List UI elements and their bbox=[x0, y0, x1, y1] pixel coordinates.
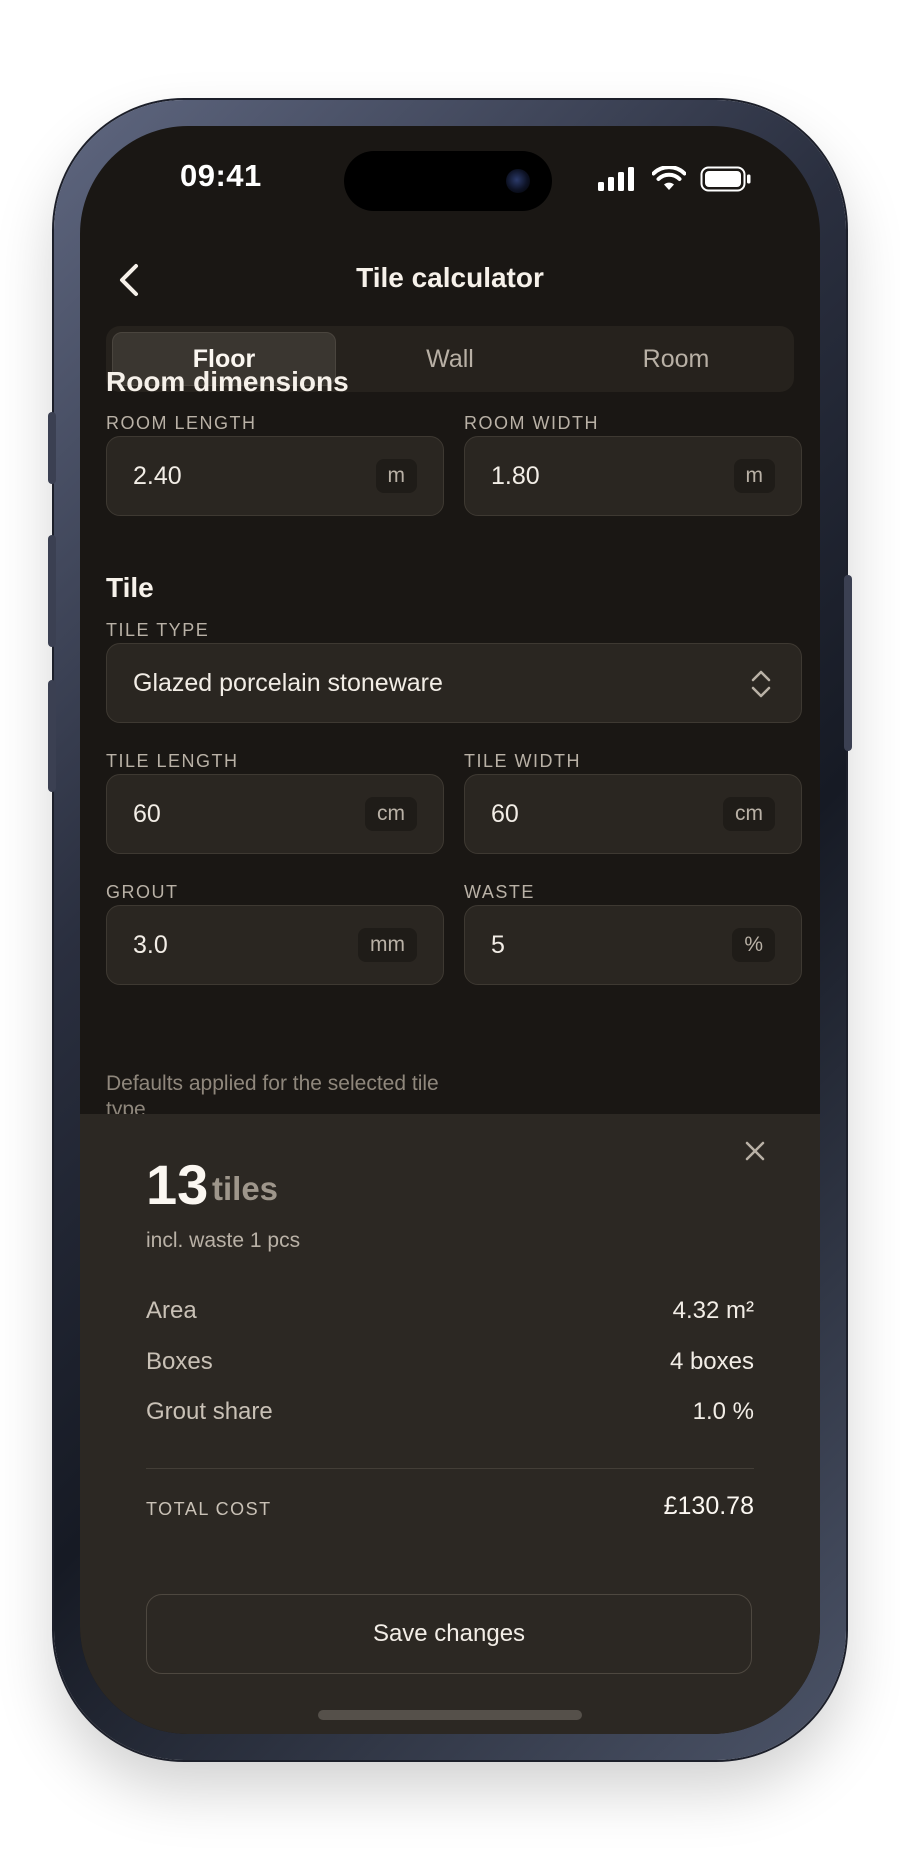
grout-field[interactable]: 3.0 mm bbox=[106, 905, 444, 985]
room-dimensions-heading: Room dimensions bbox=[106, 366, 349, 397]
waste-label: WASTE bbox=[464, 882, 535, 902]
room-width-value: 1.80 bbox=[491, 462, 540, 490]
tile-length-field[interactable]: 60 cm bbox=[106, 774, 444, 854]
signal-icon bbox=[598, 167, 634, 191]
tab-wall[interactable]: Wall bbox=[338, 332, 562, 386]
grout-share-label: Grout share bbox=[146, 1398, 273, 1425]
volume-up-button bbox=[48, 535, 56, 647]
page-title: Tile calculator bbox=[356, 262, 544, 293]
dynamic-island bbox=[344, 151, 552, 211]
battery-icon bbox=[700, 166, 751, 192]
grout-share-value: 1.0 % bbox=[692, 1398, 754, 1425]
room-width-label: ROOM WIDTH bbox=[464, 413, 599, 433]
tile-heading: Tile bbox=[106, 572, 154, 603]
room-length-unit: m bbox=[375, 459, 417, 493]
waste-unit: % bbox=[732, 928, 775, 962]
room-length-label: ROOM LENGTH bbox=[106, 413, 257, 433]
save-button[interactable]: Save changes bbox=[146, 1594, 752, 1674]
app-screen: 09:41 Tile calculator Floor Wall Room Ro… bbox=[80, 126, 820, 1734]
status-icons bbox=[598, 166, 752, 192]
grout-unit: mm bbox=[358, 928, 417, 962]
tiles-unit: tiles bbox=[212, 1170, 279, 1207]
room-width-unit: m bbox=[733, 459, 775, 493]
area-value: 4.32 m² bbox=[672, 1297, 754, 1324]
tile-type-label: TILE TYPE bbox=[106, 620, 210, 640]
close-button[interactable] bbox=[738, 1134, 772, 1168]
waste-field[interactable]: 5 % bbox=[464, 905, 802, 985]
divider bbox=[146, 1468, 754, 1469]
waste-summary: incl. waste 1 pcs bbox=[146, 1229, 301, 1252]
total-cost-value: £130.78 bbox=[663, 1492, 754, 1520]
power-button bbox=[844, 575, 852, 751]
room-length-value: 2.40 bbox=[133, 462, 182, 490]
boxes-label: Boxes bbox=[146, 1348, 213, 1375]
tile-type-select[interactable]: Glazed porcelain stoneware bbox=[106, 643, 802, 723]
boxes-value: 4 boxes bbox=[669, 1348, 754, 1375]
nav-bar: Tile calculator bbox=[80, 236, 820, 326]
tile-width-unit: cm bbox=[723, 797, 775, 831]
tile-type-value: Glazed porcelain stoneware bbox=[133, 669, 443, 697]
waste-value: 5 bbox=[491, 931, 505, 959]
tile-width-value: 60 bbox=[491, 800, 519, 828]
result-sheet: 13 tiles incl. waste 1 pcs Area 4.32 m² … bbox=[80, 1114, 820, 1734]
tiles-count: 13 bbox=[146, 1153, 209, 1216]
wifi-icon bbox=[652, 166, 686, 190]
tab-room[interactable]: Room bbox=[564, 332, 788, 386]
camera-icon bbox=[506, 169, 530, 193]
tile-width-field[interactable]: 60 cm bbox=[464, 774, 802, 854]
room-width-field[interactable]: 1.80 m bbox=[464, 436, 802, 516]
tile-width-label: TILE WIDTH bbox=[464, 751, 581, 771]
total-cost-label: TOTAL COST bbox=[146, 1499, 272, 1519]
area-label: Area bbox=[146, 1297, 197, 1324]
volume-down-button bbox=[48, 680, 56, 792]
home-indicator bbox=[318, 1710, 582, 1720]
room-length-field[interactable]: 2.40 m bbox=[106, 436, 444, 516]
status-time: 09:41 bbox=[180, 158, 262, 193]
tile-length-unit: cm bbox=[365, 797, 417, 831]
tile-length-label: TILE LENGTH bbox=[106, 751, 239, 771]
tile-length-value: 60 bbox=[133, 800, 161, 828]
grout-label: GROUT bbox=[106, 882, 179, 902]
grout-value: 3.0 bbox=[133, 931, 168, 959]
chevron-updown-icon bbox=[751, 670, 771, 698]
close-icon bbox=[745, 1141, 765, 1161]
action-button bbox=[48, 412, 56, 484]
